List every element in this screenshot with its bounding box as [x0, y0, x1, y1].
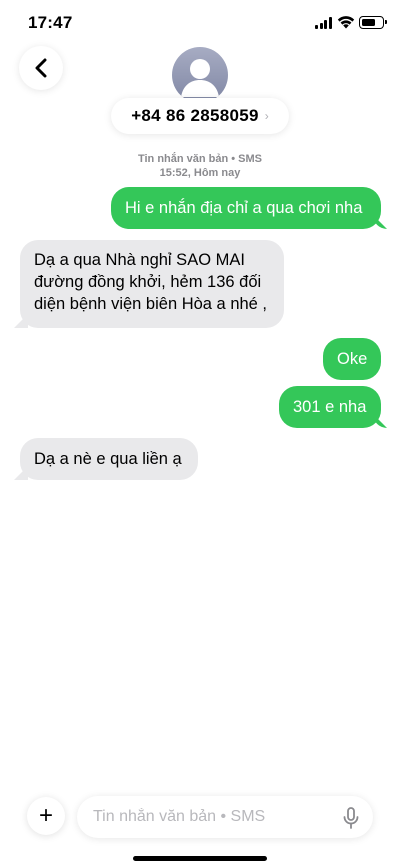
message-bubble-sent[interactable]: Oke	[323, 338, 381, 380]
wifi-icon	[337, 16, 355, 29]
message-bubble-received[interactable]: Dạ a qua Nhà nghỉ SAO MAI đường đồng khở…	[20, 240, 284, 328]
chevron-left-icon	[35, 58, 47, 78]
conversation-meta: Tin nhắn văn bản • SMS 15:52, Hôm nay	[0, 152, 400, 180]
back-button[interactable]	[19, 46, 63, 90]
message-bubble-sent[interactable]: 301 e nha	[279, 386, 381, 428]
message-text: Dạ a qua Nhà nghỉ SAO MAI đường đồng khở…	[34, 251, 268, 313]
message-bubble-received[interactable]: Dạ a nè e qua liền ạ	[20, 438, 198, 480]
message-text: 301 e nha	[293, 398, 367, 416]
contact-name: +84 86 2858059	[131, 106, 259, 125]
message-type-label: Tin nhắn văn bản • SMS	[137, 153, 263, 165]
timestamp: 15:52, Hôm nay	[159, 167, 241, 179]
battery-icon	[359, 16, 387, 29]
person-icon	[181, 59, 219, 97]
status-bar: 17:47	[0, 0, 400, 46]
status-time: 17:47	[28, 13, 73, 32]
chevron-right-icon: ›	[264, 109, 269, 123]
add-attachment-button[interactable]: +	[27, 797, 65, 835]
contact-name-button[interactable]: +84 86 2858059 ›	[111, 98, 289, 134]
message-input-container[interactable]	[77, 796, 373, 838]
message-input[interactable]	[93, 796, 333, 838]
message-bubble-sent[interactable]: Hi e nhắn địa chỉ a qua chơi nha	[111, 187, 381, 229]
contact-avatar[interactable]	[172, 47, 228, 103]
message-text: Hi e nhắn địa chỉ a qua chơi nha	[125, 199, 363, 217]
message-text: Oke	[337, 350, 368, 368]
cellular-signal-icon	[315, 17, 332, 29]
message-text: Dạ a nè e qua liền ạ	[34, 450, 182, 468]
microphone-icon[interactable]	[341, 807, 361, 829]
home-indicator[interactable]	[133, 856, 267, 861]
plus-icon: +	[38, 802, 53, 829]
